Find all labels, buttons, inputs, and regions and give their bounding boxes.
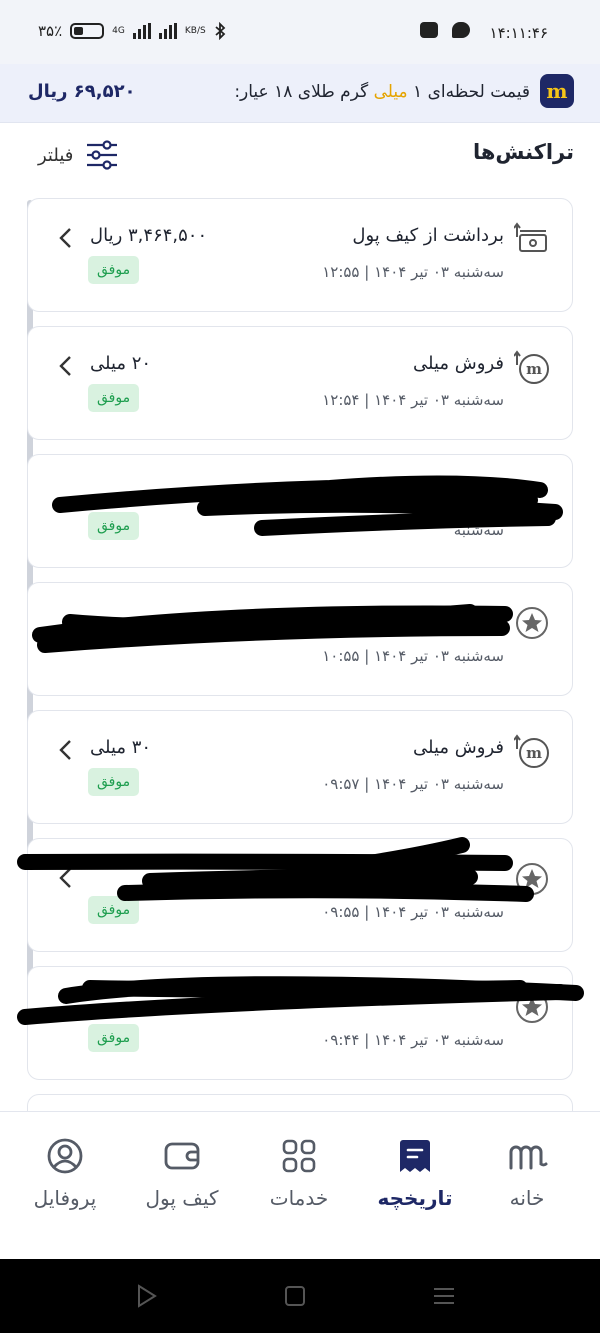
recents-menu-icon[interactable] <box>432 1283 456 1309</box>
nav-services[interactable]: خدمات <box>244 1136 354 1210</box>
transaction-title: برداشت از کیف پول <box>352 225 504 246</box>
system-navigation-bar <box>0 1259 600 1333</box>
mili-sell-icon: m <box>514 734 549 768</box>
transaction-card[interactable]: سه‌شنبه ۰۳ تیر ۱۴۰۴ | ۰۹:۴۴ موفق <box>27 966 573 1080</box>
status-badge: موفق <box>88 384 140 412</box>
signal-icon <box>132 23 151 39</box>
status-badge: موفق <box>88 256 140 284</box>
chevron-left-icon <box>59 356 71 376</box>
transaction-title: فروش میلی <box>413 737 504 758</box>
transaction-card[interactable]: m فروش میلی سه‌شنبه ۰۳ تیر ۱۴۰۴ | ۱۲:۵۴ … <box>27 326 573 440</box>
mili-sell-icon: m <box>514 350 549 384</box>
chevron-left-icon <box>59 740 71 760</box>
gold-price-label-suffix: گرم طلای ۱۸ عیار: <box>234 82 369 102</box>
gold-price-label: قیمت لحظه‌ای ۱ میلی گرم طلای ۱۸ عیار: <box>234 82 530 102</box>
transaction-date: سه‌شنبه ۰۳ تیر ۱۴۰۴ | ۰۹:۴۴ <box>322 1031 504 1049</box>
nav-wallet[interactable]: کیف پول <box>122 1136 242 1210</box>
nav-wallet-label: کیف پول <box>145 1186 219 1210</box>
history-icon <box>400 1140 430 1172</box>
nav-home-label: خانه <box>509 1186 545 1210</box>
network-speed-unit: KB/S <box>184 25 206 36</box>
transaction-date: سه‌شنبه ۰۳ تیر ۱۴۰۴ | ۱۲:۵۴ <box>322 391 504 409</box>
svg-text:m: m <box>526 360 542 378</box>
transaction-amount: ۳,۴۶۴,۵۰۰ ریال <box>90 225 208 246</box>
gold-price-label-prefix: قیمت لحظه‌ای ۱ <box>413 82 530 102</box>
transaction-date: سه‌شنبه ۰۳ تیر ۱۴۰۴ | ۱۰:۵۵ <box>322 647 504 665</box>
chevron-left-icon <box>59 868 71 888</box>
page-title: تراکنش‌ها <box>472 140 574 164</box>
star-icon <box>516 607 548 639</box>
nav-services-label: خدمات <box>269 1186 329 1210</box>
star-icon <box>516 991 548 1023</box>
transaction-date: سه‌شنبه ۰۳ تیر ۱۴۰۴ | ۱۲:۵۵ <box>322 263 504 281</box>
transaction-date: سه‌شنبه ۰۳ تیر ۱۴۰۴ | ۰۹:۵۷ <box>322 775 504 793</box>
nav-profile[interactable]: پروفایل <box>5 1136 125 1210</box>
svg-text:m: m <box>526 744 542 762</box>
wallet-withdraw-icon <box>514 222 547 252</box>
bottom-navigation: خانه تاریخچه خدمات کیف پول پروفایل <box>0 1111 600 1260</box>
transaction-card[interactable]: سه‌شنبه موفق <box>27 454 573 568</box>
back-triangle-icon[interactable] <box>136 1283 158 1309</box>
home-logo-icon <box>509 1145 548 1170</box>
services-grid-icon <box>282 1139 316 1173</box>
transaction-amount: ۳۰ میلی <box>90 737 152 758</box>
status-left-group: ۳۵٪ 4G KB/S <box>38 22 226 40</box>
nav-history[interactable]: تاریخچه <box>360 1136 470 1210</box>
nav-history-label: تاریخچه <box>377 1186 453 1210</box>
gold-price-banner: m قیمت لحظه‌ای ۱ میلی گرم طلای ۱۸ عیار: … <box>0 64 600 123</box>
signal-icon-2 <box>158 23 177 39</box>
status-bar: ۳۵٪ 4G KB/S ۱۴:۱۱:۴۶ <box>0 0 600 64</box>
bluetooth-icon <box>215 22 226 40</box>
brand-logo-icon: m <box>540 74 574 108</box>
status-badge: موفق <box>88 512 140 540</box>
battery-percent: ۳۵٪ <box>38 22 63 40</box>
transaction-card[interactable]: سه‌شنبه ۰۳ تیر ۱۴۰۴ | ۱۰:۵۵ <box>27 582 573 696</box>
filter-button[interactable]: فیلتر <box>38 140 119 170</box>
gold-price-label-highlight: میلی <box>373 82 408 102</box>
transaction-card[interactable] <box>27 1094 573 1111</box>
filter-sliders-icon <box>87 140 118 170</box>
filter-label: فیلتر <box>38 144 74 166</box>
wallet-icon <box>164 1142 200 1170</box>
app-notification-icon <box>420 22 438 38</box>
chat-notification-icon <box>452 22 470 38</box>
status-badge: موفق <box>88 768 140 796</box>
transaction-title: فروش میلی <box>413 353 504 374</box>
star-icon <box>516 863 548 895</box>
transaction-card[interactable]: سه‌شنبه ۰۳ تیر ۱۴۰۴ | ۰۹:۵۵ موفق <box>27 838 573 952</box>
battery-icon <box>70 23 105 39</box>
transaction-card[interactable]: m فروش میلی سه‌شنبه ۰۳ تیر ۱۴۰۴ | ۰۹:۵۷ … <box>27 710 573 824</box>
status-badge: موفق <box>88 896 140 924</box>
gold-price-value: ۶۹,۵۲۰ ریال <box>28 81 136 102</box>
notification-icons <box>420 22 470 38</box>
transaction-card[interactable]: برداشت از کیف پول سه‌شنبه ۰۳ تیر ۱۴۰۴ | … <box>27 198 573 312</box>
network-type: 4G <box>112 25 125 36</box>
transaction-list: برداشت از کیف پول سه‌شنبه ۰۳ تیر ۱۴۰۴ | … <box>27 198 573 1111</box>
home-square-icon[interactable] <box>284 1283 306 1309</box>
status-badge: موفق <box>88 1024 140 1052</box>
transaction-date: سه‌شنبه ۰۳ تیر ۱۴۰۴ | ۰۹:۵۵ <box>322 903 504 921</box>
nav-profile-label: پروفایل <box>33 1186 97 1210</box>
transaction-amount: ۲۰ میلی <box>90 353 152 374</box>
status-time: ۱۴:۱۱:۴۶ <box>489 24 548 42</box>
nav-home[interactable]: خانه <box>472 1136 582 1210</box>
chevron-left-icon <box>59 228 71 248</box>
transaction-date: سه‌شنبه <box>453 521 504 539</box>
profile-icon <box>47 1138 83 1174</box>
